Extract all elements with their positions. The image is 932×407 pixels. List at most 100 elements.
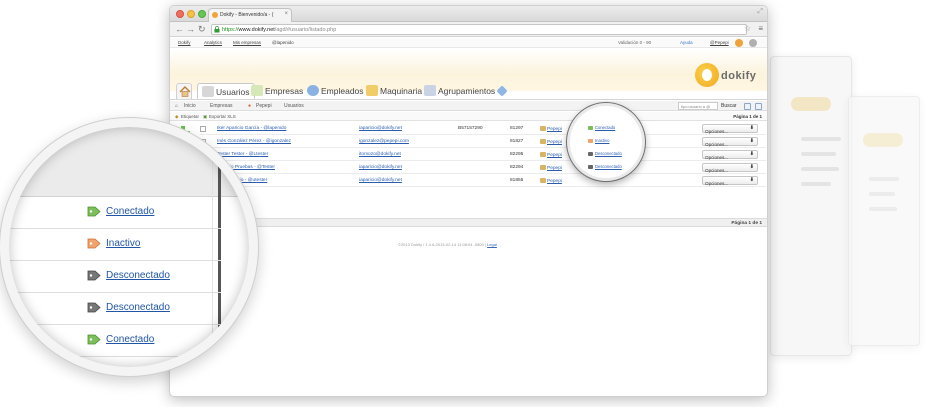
table-row[interactable]: Iker Aparicio - @utester iaparicio@dokif… <box>200 174 766 187</box>
status-magnifier-small: Conectado Inactivo Desconectado Desconec… <box>567 103 645 181</box>
options-dropdown[interactable]: Opciones... ⬇ <box>702 137 758 147</box>
top-link-mis-empresas[interactable]: Mis empresas <box>233 40 261 45</box>
magnified-status-row[interactable]: Conectado <box>9 325 221 357</box>
notification-icon[interactable] <box>735 39 743 47</box>
legal-link[interactable]: Legal <box>487 242 497 247</box>
table-row[interactable]: Iker Aparicio García - @lapenido iaparic… <box>200 122 766 135</box>
magnified-status-row[interactable]: Inactivo <box>9 229 221 261</box>
background-window <box>848 96 920 346</box>
status-link[interactable]: Inactivo <box>106 238 140 249</box>
fullscreen-icon[interactable]: ⤢ <box>757 8 763 16</box>
status-link[interactable]: Desconectado <box>106 302 170 313</box>
table-row[interactable]: Tester Tester - @Ltester itomozo@dokify.… <box>200 148 766 161</box>
help-link[interactable]: Ayuda <box>680 40 693 45</box>
options-dropdown[interactable]: Opciones... ⬇ <box>702 124 758 134</box>
settings-gear-icon[interactable] <box>749 39 757 47</box>
ghost-line <box>869 207 897 211</box>
ghost-line <box>801 167 839 171</box>
tab-label: Agrupamientos <box>438 86 496 96</box>
tab-agrupamientos[interactable]: Agrupamientos <box>424 83 495 99</box>
magnified-status-row[interactable]: Desconectado <box>9 293 221 325</box>
ghost-logo <box>863 133 903 147</box>
user-email-link[interactable]: itomozo@dokify.net <box>359 152 401 157</box>
ghost-logo <box>791 97 831 111</box>
address-bar: ← → ↻ https://www.dokify.net/agd/#usuari… <box>170 22 767 37</box>
list-footer: 1 al 5 de 5 Página 1 de 1 <box>170 218 767 227</box>
user-company-link[interactable]: Pepepi <box>540 152 562 158</box>
user-link[interactable]: @Pepepi <box>710 40 729 45</box>
status-magnifier-large: Conectado Inactivo Desconectado Desconec… <box>9 127 249 367</box>
top-link-user[interactable]: @lapenido <box>272 40 294 45</box>
status-link[interactable]: Desconectado <box>106 270 170 281</box>
close-window-button[interactable] <box>176 10 184 18</box>
status-link[interactable]: Desconectado <box>588 151 642 156</box>
table-row[interactable]: Usuario Pruebas - @Tester iaparicio@doki… <box>200 161 766 174</box>
search-input[interactable]: tipo:usuario a @ <box>678 102 718 110</box>
breadcrumb-inicio[interactable]: Inicio <box>184 103 196 109</box>
status-link[interactable]: Conectado <box>106 334 154 345</box>
magnify-icon[interactable] <box>755 103 762 110</box>
status-link[interactable]: Conectado <box>588 125 642 130</box>
tab-label: Maquinaria <box>380 86 423 96</box>
magnified-status-row[interactable]: Desconectado <box>9 261 221 293</box>
breadcrumb-pepepi[interactable]: Pepepi <box>256 103 272 109</box>
user-email-link[interactable]: iaparicio@dokify.net <box>359 126 402 131</box>
breadcrumb-empresas[interactable]: Empresas <box>210 103 233 109</box>
browser-menu-icon[interactable]: ≡ <box>758 24 763 33</box>
etiquetar-button[interactable]: Etiquetar <box>181 114 199 119</box>
tab-title: Dokify - Bienvenido/a - ( <box>220 12 274 18</box>
top-link-dokify[interactable]: Dokify <box>178 40 191 45</box>
forward-arrow-icon[interactable]: → <box>186 23 195 36</box>
user-company-link[interactable]: Pepepi <box>540 139 562 145</box>
user-phone: B57157290 <box>458 126 483 131</box>
excel-icon: ▣ <box>203 114 208 119</box>
tab-close-icon[interactable]: × <box>284 11 288 17</box>
user-company-link[interactable]: Pepepi <box>540 178 562 184</box>
url-field[interactable]: https://www.dokify.net/agd/#usuario/list… <box>211 24 747 35</box>
options-dropdown[interactable]: Opciones... ⬇ <box>702 176 758 186</box>
magnifier-header-band <box>9 127 249 197</box>
tab-empleados[interactable]: Empleados <box>307 83 364 99</box>
breadcrumb: ⌂ Inicio Empresas ● Pepepi Usuarios tipo… <box>170 101 767 111</box>
options-dropdown[interactable]: Opciones... ⬇ <box>702 150 758 160</box>
tab-usuarios[interactable]: Usuarios <box>197 83 255 99</box>
status-tag-icon <box>588 126 593 130</box>
status-link[interactable]: Inactivo <box>588 138 642 143</box>
machinery-icon <box>366 85 378 96</box>
ghost-line <box>869 177 899 181</box>
tab-more[interactable] <box>496 83 508 99</box>
validation-status: Validación 0 - 90 <box>618 40 652 45</box>
breadcrumb-usuarios[interactable]: Usuarios <box>284 103 304 109</box>
user-company-link[interactable]: Pepepi <box>540 126 562 132</box>
options-dropdown[interactable]: Opciones... ⬇ <box>702 163 758 173</box>
user-code: 82295 <box>510 152 524 157</box>
top-link-analytics[interactable]: Analytics <box>204 40 222 45</box>
tab-empresas[interactable]: Empresas <box>251 83 303 99</box>
bookmark-star-icon[interactable]: ☆ <box>744 24 751 33</box>
user-email-link[interactable]: iaparicio@dokify.net <box>359 178 402 183</box>
save-icon[interactable] <box>744 103 751 110</box>
status-tag-icon <box>588 152 593 156</box>
home-tab[interactable] <box>176 83 192 99</box>
status-link[interactable]: Desconectado <box>588 164 642 169</box>
browser-window: Dokify - Bienvenido/a - ( × ⤢ ← → ↻ http… <box>169 5 768 397</box>
breadcrumb-home-icon[interactable]: ⌂ <box>175 103 178 109</box>
user-company-link[interactable]: Pepepi <box>540 165 562 171</box>
back-arrow-icon[interactable]: ← <box>175 23 184 36</box>
browser-tab[interactable]: Dokify - Bienvenido/a - ( × <box>208 8 292 22</box>
groups-icon <box>424 85 436 96</box>
reload-icon[interactable]: ↻ <box>198 23 206 36</box>
tab-maquinaria[interactable]: Maquinaria <box>366 83 422 99</box>
minimize-window-button[interactable] <box>187 10 195 18</box>
page-indicator-bottom: Página 1 de 1 <box>731 221 762 226</box>
magnified-status-row[interactable]: Conectado <box>9 197 221 229</box>
user-email-link[interactable]: igonzalez@pepepi.com <box>359 139 409 144</box>
table-row[interactable]: Inés González Pérez - @igonzalez igonzal… <box>200 135 766 148</box>
tab-label: Empresas <box>265 86 304 96</box>
ghost-line <box>801 152 836 156</box>
search-button[interactable]: Buscar <box>721 103 737 111</box>
status-link[interactable]: Conectado <box>106 206 154 217</box>
user-email-link[interactable]: iaparicio@dokify.net <box>359 165 402 170</box>
zoom-window-button[interactable] <box>198 10 206 18</box>
export-xls-button[interactable]: Exportar XLS <box>209 114 236 119</box>
